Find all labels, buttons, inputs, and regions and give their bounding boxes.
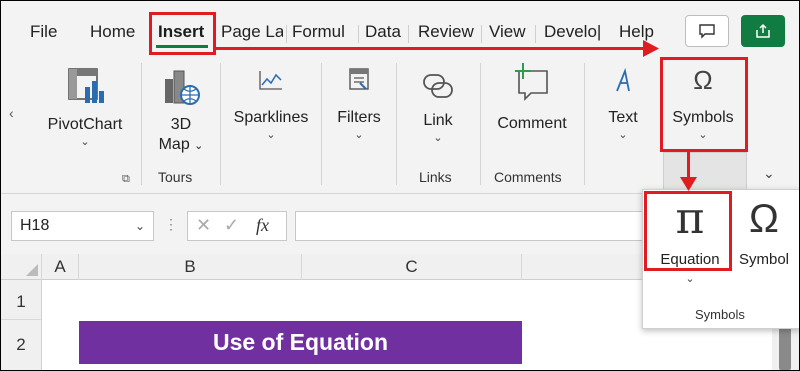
tab-divider <box>408 25 409 43</box>
row-header-2[interactable]: 2 <box>1 320 42 370</box>
3d-map-label-line2: Map <box>158 136 190 153</box>
sparklines-icon <box>259 71 282 90</box>
column-header-c[interactable]: C <box>302 254 522 280</box>
omega-icon: Ω <box>749 197 779 241</box>
chevron-down-icon: ⌄ <box>433 132 443 144</box>
symbol-label: Symbol <box>738 251 790 268</box>
ribbon-insert-panel: ‹ PivotChart ⌄ ⧉ 3D Map ⌄ Tours Sparklin… <box>1 57 799 194</box>
slicer-icon <box>349 68 369 90</box>
insert-tab-highlight <box>149 12 216 55</box>
text-label: Text <box>608 109 638 126</box>
excel-window: File Home Insert Page La Formul Data Rev… <box>0 0 800 371</box>
tab-home[interactable]: Home <box>90 20 135 44</box>
annotation-arrow-line <box>214 47 648 50</box>
link-icon <box>423 74 453 98</box>
link-button[interactable]: Link ⌄ <box>406 65 470 145</box>
new-comment-icon <box>515 63 548 101</box>
formula-bar-grip-icon[interactable]: ⋮ <box>164 216 178 233</box>
group-divider <box>321 63 322 185</box>
arrow-down-icon <box>680 177 697 191</box>
symbols-button-highlight <box>660 57 748 152</box>
group-divider <box>480 63 481 185</box>
link-label: Link <box>423 112 453 129</box>
tab-divider <box>286 25 287 43</box>
tab-divider <box>535 25 536 43</box>
filters-button[interactable]: Filters ⌄ <box>331 65 387 142</box>
comment-icon <box>699 24 715 39</box>
group-divider <box>584 63 585 185</box>
arrow-right-icon <box>643 40 659 57</box>
chevron-down-icon: ⌄ <box>685 273 695 285</box>
symbols-group-label: Symbols <box>695 307 745 322</box>
formula-input[interactable] <box>295 211 655 241</box>
tab-formulas[interactable]: Formul <box>292 20 356 44</box>
3d-map-button[interactable]: 3D Map ⌄ <box>151 65 211 156</box>
tab-divider <box>358 25 359 43</box>
row-header-1[interactable]: 1 <box>1 280 42 320</box>
group-divider <box>396 63 397 185</box>
insert-function-icon[interactable]: fx <box>256 215 269 236</box>
chevron-down-icon: ⌄ <box>354 129 364 141</box>
tab-data[interactable]: Data <box>365 20 401 44</box>
share-icon <box>756 23 770 38</box>
name-box[interactable]: H18 ⌄ <box>11 211 154 241</box>
chevron-down-icon[interactable]: ⌄ <box>135 212 145 240</box>
tab-view[interactable]: View <box>489 20 526 44</box>
name-box-value: H18 <box>20 217 50 234</box>
chevron-down-icon: ⌄ <box>618 129 628 141</box>
ribbon-collapse-chevron-icon[interactable]: ⌄ <box>763 165 775 182</box>
3d-map-icon <box>165 70 200 105</box>
group-label-comments: Comments <box>494 169 562 185</box>
equation-button-highlight <box>644 191 732 271</box>
sparklines-button[interactable]: Sparklines ⌄ <box>229 65 313 142</box>
dialog-launcher-icon[interactable]: ⧉ <box>122 173 130 186</box>
formula-controls: ✕ ✓ fx <box>187 211 287 241</box>
symbol-button[interactable]: Ω Symbol <box>733 196 795 270</box>
symbols-pressed-area <box>663 152 747 192</box>
comments-button[interactable] <box>685 15 729 47</box>
tab-review[interactable]: Review <box>418 20 474 44</box>
tab-file[interactable]: File <box>30 20 57 44</box>
tab-divider <box>481 25 482 43</box>
annotation-arrow-line <box>687 151 690 179</box>
text-button[interactable]: Text ⌄ <box>595 65 651 142</box>
text-icon <box>616 67 630 92</box>
title-cell-use-of-equation[interactable]: Use of Equation <box>79 321 522 364</box>
3d-map-label-line1: 3D <box>170 116 192 133</box>
select-all-corner[interactable] <box>1 254 42 280</box>
tab-page-layout[interactable]: Page La <box>221 20 283 44</box>
chevron-down-icon: ⌄ <box>194 140 204 152</box>
chevron-down-icon: ⌄ <box>80 136 90 148</box>
filters-label: Filters <box>337 109 381 126</box>
column-header-b[interactable]: B <box>79 254 302 280</box>
column-header-a[interactable]: A <box>42 254 79 280</box>
group-divider <box>220 63 221 185</box>
comment-label: Comment <box>497 115 567 132</box>
chevron-down-icon: ⌄ <box>266 129 276 141</box>
group-divider <box>141 63 142 185</box>
tab-developer[interactable]: Develo| <box>544 20 612 44</box>
ribbon-scroll-left[interactable]: ‹ <box>9 105 14 121</box>
group-label-tours: Tours <box>158 169 193 185</box>
pivotchart-icon <box>68 68 104 103</box>
cancel-icon[interactable]: ✕ <box>196 215 211 236</box>
sparklines-label: Sparklines <box>233 109 309 126</box>
pivotchart-label: PivotChart <box>47 116 123 133</box>
comment-button[interactable]: Comment <box>489 61 575 134</box>
share-button[interactable] <box>741 15 785 47</box>
3d-map-label-line2-wrap: Map ⌄ <box>151 135 211 156</box>
select-all-triangle-icon <box>26 264 38 276</box>
pivotchart-button[interactable]: PivotChart ⌄ <box>43 65 127 149</box>
enter-check-icon[interactable]: ✓ <box>224 215 239 236</box>
group-label-links: Links <box>419 169 452 185</box>
